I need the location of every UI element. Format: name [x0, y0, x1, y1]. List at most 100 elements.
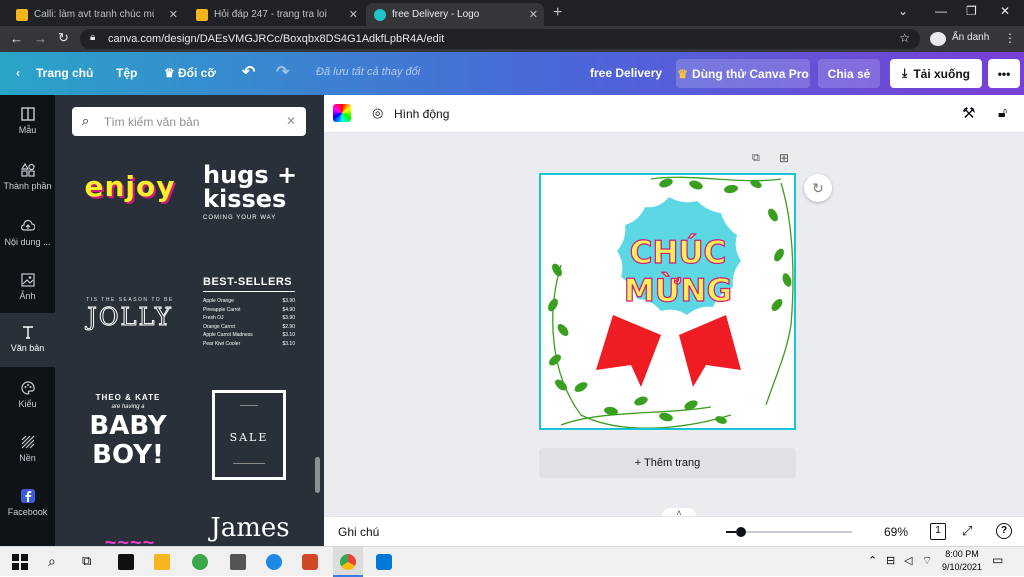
canva-header: ‹ Trang chủ Tệp ♛ Đổi cỡ ↶ ↷ Đã lưu tất … [0, 52, 1024, 95]
redo-icon[interactable]: ↷ [276, 62, 289, 82]
try-pro-button[interactable]: ♛ Dùng thử Canva Pro [676, 59, 810, 88]
menu-price: $2.90 [282, 323, 295, 330]
rail-item-styles[interactable]: Kiểu [0, 369, 55, 421]
browser-tab-active[interactable]: free Delivery - Logo ✕ [366, 3, 544, 26]
zalo-icon[interactable] [376, 554, 392, 570]
restore-button[interactable]: ❐ [966, 4, 977, 18]
text-icon [22, 326, 33, 339]
browser-tab[interactable]: Calli: làm avt tranh chúc mừng N ✕ [8, 3, 184, 26]
zoom-level[interactable]: 69% [884, 525, 908, 539]
template-text: THEO & KATE [95, 393, 161, 402]
text-template-sale[interactable]: SALE [212, 390, 286, 480]
volume-icon[interactable]: ◁ [904, 554, 912, 567]
panel-scrollbar[interactable] [315, 457, 320, 493]
chevron-up-icon[interactable]: ⌃ [868, 554, 877, 567]
design-text-line1: CHÚC [630, 234, 727, 271]
app-icon[interactable] [192, 554, 208, 570]
text-template-baby[interactable]: THEO & KATE are having a BABY BOY! [75, 393, 181, 483]
url-text: canva.com/design/DAEsVMGJRCc/Boxqbx8DS4G… [108, 33, 445, 45]
template-text: BABY [89, 411, 167, 441]
tab-search-icon[interactable]: ⌄ [898, 4, 908, 18]
download-button[interactable]: ⤓ Tải xuống [890, 59, 982, 88]
app-icon[interactable] [266, 554, 282, 570]
reload-icon[interactable]: ↻ [58, 30, 69, 46]
fullscreen-icon[interactable]: ⤢ [962, 523, 972, 539]
add-page-button[interactable]: + Thêm trang [539, 448, 796, 478]
text-template-enjoy[interactable]: enjoy [75, 170, 185, 220]
rail-label: Văn bản [10, 343, 45, 353]
rail-item-facebook[interactable]: Facebook [0, 477, 55, 529]
home-link[interactable]: Trang chủ [36, 66, 93, 80]
hoidap-icon [196, 8, 208, 21]
search-icon[interactable]: ⌕ [48, 553, 56, 570]
browser-tab[interactable]: Hỏi đáp 247 - trang tra loi ✕ [188, 3, 364, 26]
rail-item-text[interactable]: Văn bản [0, 313, 55, 367]
share-button[interactable]: Chia sẻ [818, 59, 880, 88]
incognito-label: Ẩn danh [952, 32, 990, 43]
design-text-line2: MỪNG [624, 272, 732, 309]
close-icon[interactable]: ✕ [529, 8, 538, 21]
file-menu[interactable]: Tệp [116, 66, 137, 80]
template-text: COMING YOUR WAY [203, 215, 277, 221]
design-canvas[interactable]: CHÚC MỪNG [539, 173, 796, 430]
duplicate-page-icon[interactable]: ⧉ [752, 152, 760, 165]
zoom-out-icon[interactable] [726, 531, 736, 533]
add-page-icon[interactable]: ⊞ [779, 151, 789, 165]
background-icon [21, 435, 34, 449]
notes-button[interactable]: Ghi chú [338, 525, 379, 539]
url-bar[interactable]: 🔒︎ canva.com/design/DAEsVMGJRCc/Boxqbx8D… [80, 29, 920, 49]
windows-start-icon[interactable] [12, 554, 28, 570]
network-icon[interactable]: ⊟ [886, 554, 895, 567]
search-input[interactable]: ⌕ Tìm kiếm văn bản ✕ [72, 107, 306, 136]
paint-roller-icon[interactable]: ⚒ [962, 104, 975, 122]
powerpoint-icon[interactable] [302, 554, 318, 570]
search-placeholder: Tìm kiếm văn bản [104, 115, 200, 129]
color-picker-icon[interactable] [333, 104, 351, 122]
design-title[interactable]: free Delivery [590, 66, 662, 80]
close-icon[interactable]: ✕ [169, 8, 178, 21]
try-pro-label: Dùng thử Canva Pro [692, 66, 809, 81]
rail-item-uploads[interactable]: Nội dung ... [0, 207, 55, 259]
editor-toolbar: ◎ Hình động ⚒ 🔓︎ [324, 95, 1024, 133]
new-tab-button[interactable]: + [553, 4, 562, 22]
template-text: James [210, 513, 290, 543]
text-template-bestsellers[interactable]: BEST-SELLERS Apple Orange $3.90 Pineapple… [203, 276, 295, 356]
more-button[interactable]: ••• [988, 59, 1020, 88]
text-template-jolly[interactable]: TIS THE SEASON TO BE JOLLY [75, 297, 185, 337]
rail-item-photos[interactable]: Ảnh [0, 261, 55, 313]
calculator-icon[interactable] [230, 554, 246, 570]
wifi-icon[interactable]: ⌔ [922, 554, 932, 568]
store-icon[interactable] [118, 554, 134, 570]
clock-date[interactable]: 9/10/2021 [938, 562, 986, 572]
clear-icon[interactable]: ✕ [286, 114, 296, 128]
notification-icon[interactable]: ▭ [992, 553, 1003, 567]
forward-icon[interactable]: → [34, 31, 47, 46]
lock-icon[interactable]: 🔓︎ [998, 104, 1007, 121]
explorer-icon[interactable] [154, 554, 170, 570]
text-template-partial[interactable]: ~~~~ [85, 533, 175, 546]
refresh-icon[interactable]: ↻ [804, 174, 832, 202]
rail-item-templates[interactable]: Mẫu [0, 95, 55, 147]
text-template-hugs[interactable]: hugs + kisses COMING YOUR WAY [203, 163, 303, 233]
animate-button[interactable]: Hình động [394, 107, 449, 121]
undo-icon[interactable]: ↶ [242, 62, 255, 82]
rail-item-background[interactable]: Nền [0, 423, 55, 475]
clock-time[interactable]: 8:00 PM [944, 549, 980, 559]
menu-icon[interactable]: ⋮ [1004, 31, 1016, 45]
star-icon[interactable]: ☆ [899, 31, 910, 45]
window-close-button[interactable]: ✕ [1000, 4, 1010, 18]
zoom-slider[interactable] [740, 531, 852, 533]
help-button[interactable]: ? [996, 523, 1012, 539]
text-template-james[interactable]: James [205, 513, 295, 546]
save-status: Đã lưu tất cả thay đổi [316, 66, 421, 78]
minimize-button[interactable]: — [935, 4, 947, 18]
chevron-left-icon[interactable]: ‹ [16, 66, 20, 80]
zoom-slider-handle[interactable] [736, 527, 746, 537]
close-icon[interactable]: ✕ [349, 8, 358, 21]
back-icon[interactable]: ← [10, 31, 23, 46]
rail-item-elements[interactable]: Thành phần [0, 151, 55, 203]
page-count[interactable]: 1 [930, 523, 946, 540]
animate-icon[interactable]: ◎ [372, 105, 383, 121]
task-view-icon[interactable]: ⧉ [82, 553, 91, 569]
resize-menu[interactable]: Đổi cỡ [178, 66, 216, 80]
